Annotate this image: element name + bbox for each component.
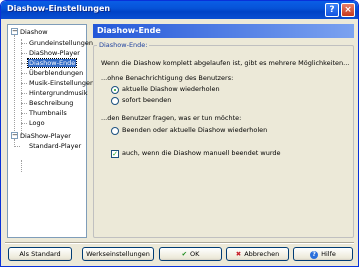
window-title: Diashow-Einstellungen bbox=[7, 4, 111, 13]
title-help-button[interactable]: ? bbox=[325, 3, 339, 17]
tree-connector bbox=[21, 160, 22, 172]
tree-item-musik-einstellungen[interactable]: Musik-Einstellungen bbox=[28, 78, 95, 88]
check-icon: ✔ bbox=[181, 250, 188, 258]
tree-item-diashow-player[interactable]: DiaShow-Player bbox=[28, 48, 81, 58]
help-button[interactable]: ? Hilfe bbox=[293, 247, 353, 261]
ok-button[interactable]: ✔ OK bbox=[159, 247, 222, 261]
help-icon: ? bbox=[310, 251, 319, 259]
intro-text: Wenn die Diashow komplett abgelaufen ist… bbox=[101, 59, 350, 67]
tree-item-logo[interactable]: Logo bbox=[28, 118, 46, 128]
group-title: Diashow-Ende: bbox=[97, 41, 150, 49]
tree-item-hintergrundmusik[interactable]: Hintergrundmusik bbox=[28, 88, 89, 98]
title-close-button[interactable]: × bbox=[341, 3, 355, 17]
section-no-notify-label: ...ohne Benachrichtigung des Benutzers: bbox=[101, 74, 234, 82]
close-icon: ✖ bbox=[235, 250, 242, 258]
radio-repeat[interactable] bbox=[111, 86, 119, 94]
tree-item-diashow[interactable]: Diashow bbox=[19, 27, 49, 37]
dialog-window: Diashow-Einstellungen ? × − Diashow Grun… bbox=[0, 0, 359, 267]
radio-quit[interactable] bbox=[111, 97, 119, 105]
factory-settings-button[interactable]: Werkseinstellungen bbox=[82, 247, 154, 261]
tree-item-grundeinstellungen[interactable]: Grundeinstellungen bbox=[28, 38, 94, 48]
radio-repeat-label[interactable]: aktuelle Diashow wiederholen bbox=[122, 85, 220, 94]
footer-separator bbox=[5, 242, 354, 244]
manual-end-checkbox[interactable]: ✓ bbox=[111, 150, 119, 158]
tree-item-diashow-ende[interactable]: Diashow-Ende bbox=[26, 58, 78, 68]
cancel-button[interactable]: ✖ Abbrechen bbox=[226, 247, 289, 261]
tree-collapse-icon[interactable]: − bbox=[11, 132, 18, 139]
manual-end-label[interactable]: auch, wenn die Diashow manuell beendet w… bbox=[122, 149, 281, 158]
tree-item-standard-player[interactable]: Standard-Player bbox=[28, 141, 82, 151]
radio-quit-label[interactable]: sofort beenden bbox=[122, 96, 171, 105]
section-ask-label: ...den Benutzer fragen, was er tun möcht… bbox=[101, 114, 242, 122]
radio-ask-label[interactable]: Beenden oder aktuelle Diashow wiederhole… bbox=[122, 126, 267, 135]
tree-item-thumbnails[interactable]: Thumbnails bbox=[28, 108, 68, 118]
tree-collapse-icon[interactable]: − bbox=[11, 28, 18, 35]
radio-ask[interactable] bbox=[111, 127, 119, 135]
settings-tree[interactable]: − Diashow Grundeinstellungen DiaShow-Pla… bbox=[7, 24, 94, 238]
tree-item-diashow-player-root[interactable]: DiaShow-Player bbox=[19, 131, 72, 141]
tree-connector bbox=[14, 35, 15, 145]
as-default-button[interactable]: Als Standard bbox=[8, 247, 72, 261]
tree-item-ueberblendungen[interactable]: Überblendungen bbox=[28, 68, 84, 78]
tree-item-beschreibung[interactable]: Beschreibung bbox=[28, 98, 74, 108]
title-bar[interactable]: Diashow-Einstellungen ? × bbox=[1, 1, 358, 19]
panel-header: Diashow-Ende bbox=[93, 24, 354, 38]
